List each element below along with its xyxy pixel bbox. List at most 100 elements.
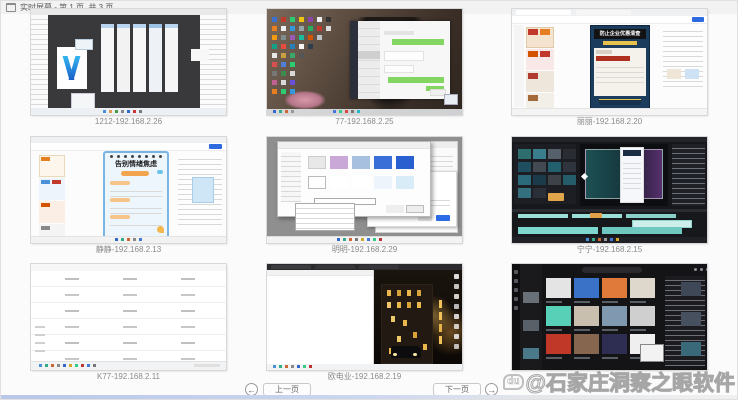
taskbar xyxy=(267,109,462,115)
table-rows xyxy=(31,271,226,362)
poster-subtitle-bar xyxy=(603,41,637,45)
toolbar xyxy=(31,143,226,151)
night-street-wallpaper xyxy=(373,270,462,364)
desktop-icons-column xyxy=(454,274,459,279)
poster-title-band: 防止企业优惠清查 xyxy=(594,29,646,39)
screen-caption-9 xyxy=(512,372,707,382)
browser-tab xyxy=(516,10,571,15)
screen-cell-2[interactable]: 77-192.168.2.25 xyxy=(267,9,462,127)
popup-window xyxy=(640,344,664,362)
rail-thumbnails xyxy=(523,292,539,303)
screen-cell-6[interactable]: 宁宁-192.168.2.15 xyxy=(512,137,707,255)
screen-caption-6: 宁宁-192.168.2.15 xyxy=(512,245,707,255)
toolbar xyxy=(512,16,707,24)
logo-card xyxy=(57,47,87,89)
editor-menu-bar xyxy=(512,137,707,142)
poster-body xyxy=(594,48,646,96)
screen-cell-9[interactable] xyxy=(512,264,707,382)
panel-swatches xyxy=(685,69,699,79)
pink-object xyxy=(285,91,325,109)
screen-thumbnail-1[interactable] xyxy=(31,9,226,115)
screen-thumbnail-6[interactable] xyxy=(512,137,707,243)
taskbar-clock xyxy=(194,364,220,367)
tool-rail xyxy=(514,25,524,107)
screen-thumbnail-5[interactable] xyxy=(267,137,462,243)
taskbar-icons xyxy=(115,238,118,241)
screen-thumbnail-3[interactable]: 防止企业优惠清查 xyxy=(512,9,707,115)
screen-caption-1: 1212-192.168.2.26 xyxy=(31,117,226,127)
screen-thumbnail-7[interactable] xyxy=(31,264,226,370)
search-bar xyxy=(582,267,642,273)
phone-screenshot-overlay xyxy=(620,147,644,203)
spiral-binding-dots xyxy=(110,155,113,158)
dialog-buttons xyxy=(406,205,424,213)
left-panel xyxy=(31,15,48,108)
poster-subtitle-pill xyxy=(121,171,149,176)
dialog-title-bar xyxy=(278,142,430,149)
dialog-buttons xyxy=(436,215,450,221)
poster-section-headers xyxy=(110,181,130,185)
browser-tabs xyxy=(271,265,311,269)
screen-cell-3[interactable]: 防止企业优惠清查 丽丽-192.168.2.20 xyxy=(512,9,707,127)
screen-cell-8[interactable]: 欧电业-192.168.2.19 xyxy=(267,264,462,382)
card-headers xyxy=(101,24,114,28)
small-window xyxy=(75,39,93,50)
preview-panel xyxy=(580,144,668,206)
rail-icons xyxy=(514,270,518,274)
row-numbers xyxy=(35,326,45,328)
screen-thumbnail-4[interactable]: 告别情绪焦虑 xyxy=(31,137,226,243)
poster-canvas: 防止企业优惠清查 xyxy=(590,25,650,109)
tall-card-strips xyxy=(101,24,114,92)
template-icons-row xyxy=(308,156,326,169)
screen-caption-7: K77-192.168.2.11 xyxy=(31,372,226,382)
app-rail xyxy=(512,264,520,370)
template-thumbnail-accents xyxy=(528,29,538,35)
small-window xyxy=(191,49,209,61)
taskbar-icons xyxy=(586,238,589,241)
desktop-icons-grid xyxy=(272,17,277,22)
phone-content-lines xyxy=(623,159,641,189)
right-panel xyxy=(200,15,226,108)
car-headlights xyxy=(393,353,397,356)
screen-thumbnail-8[interactable] xyxy=(267,264,462,370)
poster-title: 告别情绪焦虑 xyxy=(105,161,167,168)
timeline-ruler xyxy=(512,209,707,212)
screen-cell-5[interactable]: 明明-192.168.2.29 xyxy=(267,137,462,255)
timeline-main-track xyxy=(518,227,598,234)
chat-contact-list xyxy=(358,21,380,99)
screen-thumbnail-9[interactable] xyxy=(512,264,707,370)
white-window xyxy=(267,270,374,364)
media-thumbnail-orange xyxy=(548,193,564,201)
taskbar xyxy=(31,236,226,243)
screen-thumbnail-2[interactable] xyxy=(267,9,462,115)
timeline-text-clip xyxy=(632,220,692,228)
poster-text-lines xyxy=(596,63,644,83)
screen-cell-7[interactable]: K77-192.168.2.11 xyxy=(31,264,226,382)
poster-red-heading xyxy=(596,56,630,61)
timeline-orange-clip xyxy=(590,213,602,218)
taskbar-icons xyxy=(337,238,340,241)
poster-text-lines xyxy=(110,204,162,214)
chat-selected-contact xyxy=(358,51,380,59)
media-thumbnails-grid xyxy=(518,149,531,159)
taskbar-icons xyxy=(103,110,106,113)
taskbar-icons xyxy=(273,110,276,113)
dialog-nav-tree xyxy=(281,152,301,202)
screen-cell-4[interactable]: 告别情绪焦虑 静静-192.168.2.13 xyxy=(31,137,226,255)
tray-popup xyxy=(444,94,458,105)
chat-bubble-left xyxy=(384,65,414,73)
taskbar xyxy=(512,237,707,243)
status-bar xyxy=(512,108,707,115)
table-cell-dashes xyxy=(65,278,79,280)
properties-panel xyxy=(672,144,705,206)
screen-cell-1[interactable]: 1212-192.168.2.26 xyxy=(31,9,226,127)
taskbar-icons xyxy=(39,364,42,367)
poster-canvas: 告别情绪焦虑 xyxy=(103,151,169,239)
chat-nav-rail xyxy=(350,21,358,99)
screen-caption-5: 明明-192.168.2.29 xyxy=(267,245,462,255)
chat-bubble-green xyxy=(388,77,444,83)
realtime-screens-window: 实时屏幕 - 第 1 页, 共 3 页 1212-192.168.2.26 xyxy=(0,0,738,400)
poster-accent xyxy=(157,226,164,233)
secondary-rail xyxy=(520,264,542,370)
chat-panel-thumbs xyxy=(681,282,701,296)
